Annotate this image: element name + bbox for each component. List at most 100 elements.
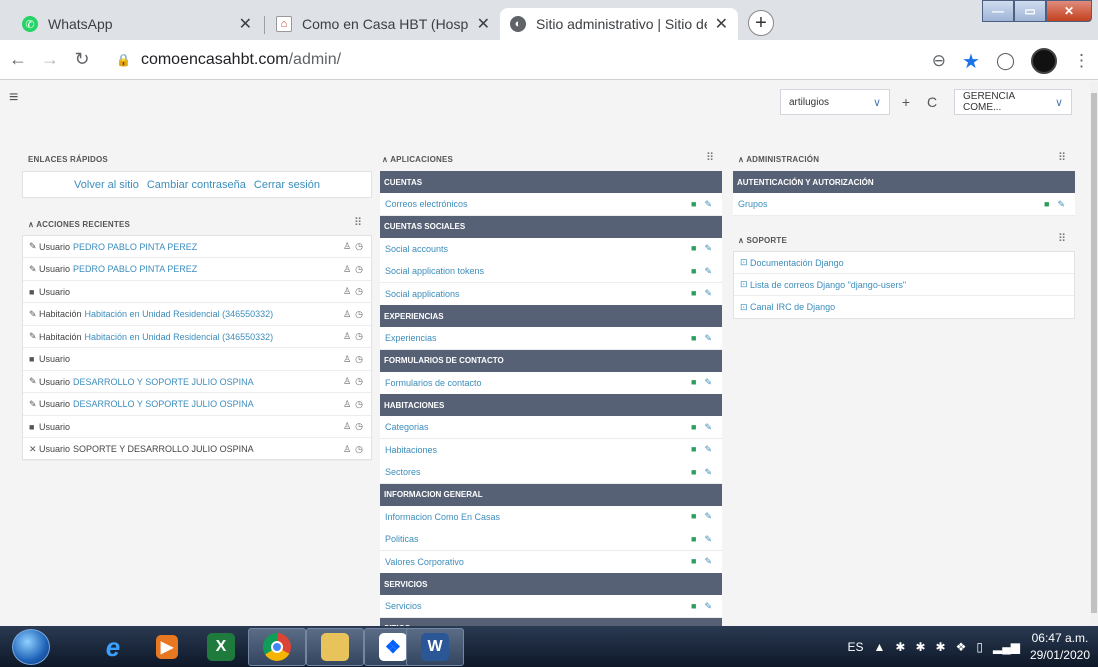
group-header[interactable]: EXPERIENCIAS: [380, 305, 722, 327]
edit-icon[interactable]: ✎: [704, 333, 712, 344]
url-field[interactable]: 🔒 comoencasahbt.com/admin/: [116, 46, 896, 74]
close-icon[interactable]: ✕: [715, 14, 728, 34]
forward-arrow-icon[interactable]: →: [36, 49, 64, 70]
link-logout[interactable]: Cerrar sesión: [254, 179, 320, 191]
add-icon[interactable]: ■: [691, 266, 696, 277]
support-link-docs[interactable]: ⊡ Documentación Django: [734, 252, 1074, 274]
extension-icon[interactable]: ◯: [996, 51, 1015, 71]
chevron-up-icon[interactable]: ∧: [382, 155, 390, 164]
scrollbar-thumb[interactable]: [1091, 93, 1097, 613]
group-header[interactable]: CUENTAS SOCIALES: [380, 215, 722, 238]
page-scrollbar[interactable]: [1090, 81, 1098, 626]
edit-icon[interactable]: ✎: [704, 422, 712, 433]
close-window-icon[interactable]: ✕: [1046, 0, 1092, 22]
model-row[interactable]: Correos electrónicos ■ ✎: [380, 193, 722, 216]
add-icon[interactable]: ■: [691, 333, 696, 344]
profile-avatar[interactable]: [1031, 48, 1057, 74]
model-row[interactable]: Servicios ■ ✎: [380, 595, 722, 618]
model-link[interactable]: Social application tokens: [385, 266, 484, 276]
edit-icon[interactable]: ✎: [1057, 199, 1065, 210]
edit-icon[interactable]: ✎: [704, 444, 712, 455]
minimize-icon[interactable]: —: [982, 0, 1014, 22]
support-link-mailing-list[interactable]: ⊡ Lista de correos Django "django-users": [734, 274, 1074, 296]
group-header[interactable]: HABITACIONES: [380, 394, 722, 416]
model-link[interactable]: Valores Corporativo: [385, 557, 464, 567]
edit-icon[interactable]: ✎: [704, 534, 712, 545]
tray-expand-icon[interactable]: ▲: [874, 640, 886, 654]
add-icon[interactable]: ■: [691, 199, 696, 210]
recent-action-target[interactable]: PEDRO PABLO PINTA PEREZ: [73, 242, 197, 252]
edit-icon[interactable]: ✎: [704, 601, 712, 612]
hamburger-menu-icon[interactable]: ≡: [9, 89, 18, 107]
dropbox-tray-icon[interactable]: ❖: [956, 640, 967, 654]
edit-icon[interactable]: ✎: [704, 199, 712, 210]
tray-app-icon[interactable]: ✱: [915, 640, 925, 654]
model-link[interactable]: Politicas: [385, 534, 419, 544]
grid-icon[interactable]: ⠿: [706, 151, 714, 164]
model-link[interactable]: Habitaciones: [385, 445, 437, 455]
group-header[interactable]: CUENTAS: [380, 171, 722, 193]
recent-action-target[interactable]: DESARROLLO Y SOPORTE JULIO OSPINA: [73, 377, 254, 387]
clock[interactable]: 06:47 a.m. 29/01/2020: [1030, 630, 1090, 664]
edit-icon[interactable]: ✎: [704, 266, 712, 277]
model-link[interactable]: Categorias: [385, 422, 429, 432]
link-view-site[interactable]: Volver al sitio: [74, 179, 139, 191]
edit-icon[interactable]: ✎: [704, 377, 712, 388]
taskbar-ie[interactable]: e: [84, 628, 142, 666]
battery-icon[interactable]: ▯: [976, 640, 983, 654]
user-menu[interactable]: GERENCIA COME... ∨: [954, 89, 1072, 115]
grid-icon[interactable]: ⠿: [354, 216, 362, 229]
refresh-button[interactable]: C: [922, 92, 942, 112]
taskbar-explorer[interactable]: [306, 628, 364, 666]
model-row[interactable]: Sectores ■ ✎: [380, 461, 722, 484]
recent-action-target[interactable]: PEDRO PABLO PINTA PEREZ: [73, 264, 197, 274]
edit-icon[interactable]: ✎: [704, 243, 712, 254]
signal-icon[interactable]: ▂▄▆: [993, 640, 1020, 654]
tab-como-en-casa[interactable]: ⌂ Como en Casa HBT (Hospitalidad ✕: [266, 8, 500, 40]
chevron-up-icon[interactable]: ∧: [28, 220, 36, 229]
model-row[interactable]: Categorias ■ ✎: [380, 416, 722, 439]
model-row[interactable]: Social accounts ■ ✎: [380, 237, 722, 261]
group-header[interactable]: FORMULARIOS DE CONTACTO: [380, 349, 722, 372]
edit-icon[interactable]: ✎: [704, 511, 712, 522]
add-icon[interactable]: ■: [691, 467, 696, 478]
model-link[interactable]: Social applications: [385, 289, 460, 299]
add-icon[interactable]: ■: [1044, 199, 1049, 210]
model-row[interactable]: Social applications ■ ✎: [380, 282, 722, 306]
model-row[interactable]: Formularios de contacto ■ ✎: [380, 371, 722, 395]
model-row[interactable]: Habitaciones ■ ✎: [380, 438, 722, 462]
link-change-password[interactable]: Cambiar contraseña: [147, 179, 246, 191]
taskbar-media[interactable]: ▶: [138, 628, 196, 666]
bookmark-star-icon[interactable]: ★: [962, 49, 980, 74]
add-icon[interactable]: ■: [691, 444, 696, 455]
close-icon[interactable]: ✕: [239, 14, 252, 34]
tab-whatsapp[interactable]: ✆ WhatsApp ✕: [12, 8, 262, 40]
reload-icon[interactable]: ↻: [68, 49, 96, 70]
add-icon[interactable]: ■: [691, 556, 696, 567]
model-link[interactable]: Correos electrónicos: [385, 199, 468, 209]
recent-action-target[interactable]: Habitación en Unidad Residencial (346550…: [85, 332, 274, 342]
zoom-icon[interactable]: ⊖: [932, 51, 946, 71]
add-icon[interactable]: ■: [691, 243, 696, 254]
recent-action-target[interactable]: DESARROLLO Y SOPORTE JULIO OSPINA: [73, 399, 254, 409]
edit-icon[interactable]: ✎: [704, 556, 712, 567]
add-icon[interactable]: ■: [691, 422, 696, 433]
taskbar-word[interactable]: W: [406, 628, 464, 666]
model-row[interactable]: Politicas ■ ✎: [380, 528, 722, 551]
model-link[interactable]: Servicios: [385, 601, 422, 611]
add-icon[interactable]: ■: [691, 288, 696, 299]
new-tab-button[interactable]: +: [748, 10, 774, 36]
group-header[interactable]: INFORMACION GENERAL: [380, 483, 722, 506]
edit-icon[interactable]: ✎: [704, 288, 712, 299]
close-icon[interactable]: ✕: [477, 14, 490, 34]
language-indicator[interactable]: ES: [848, 640, 864, 654]
chevron-up-icon[interactable]: ∧: [738, 155, 746, 164]
edit-icon[interactable]: ✎: [704, 467, 712, 478]
model-link[interactable]: Experiencias: [385, 333, 437, 343]
app-select[interactable]: artilugios ∨: [780, 89, 890, 115]
tray-app-icon[interactable]: ✱: [895, 640, 905, 654]
maximize-icon[interactable]: ▭: [1014, 0, 1046, 22]
recent-action-target[interactable]: Habitación en Unidad Residencial (346550…: [85, 309, 274, 319]
support-link-irc[interactable]: ⊡ Canal IRC de Django: [734, 296, 1074, 318]
tab-sitio-administrativo[interactable]: ◐ Sitio administrativo | Sitio de adm ✕: [500, 8, 738, 40]
